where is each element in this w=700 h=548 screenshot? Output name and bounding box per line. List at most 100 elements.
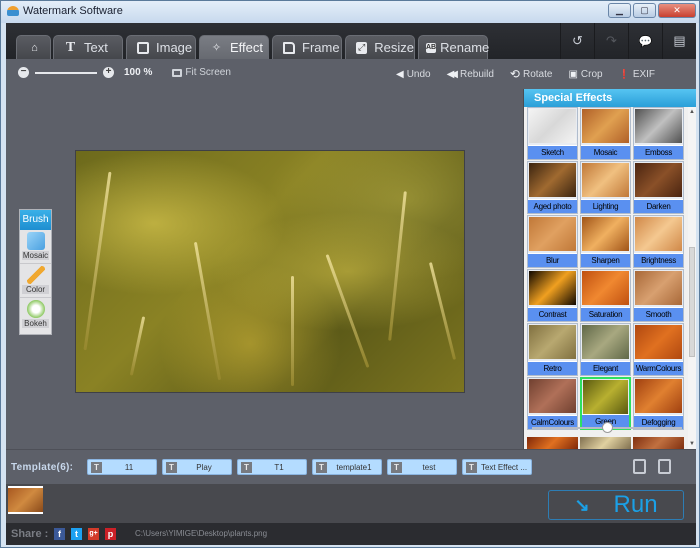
effect-label: Smooth (634, 307, 683, 321)
twitter-icon[interactable]: t (71, 528, 82, 540)
effect-item[interactable]: Sketch (527, 107, 578, 160)
tab-image[interactable]: Image (126, 35, 196, 59)
mosaic-brush-icon (26, 232, 45, 250)
scrollbar-thumb[interactable] (689, 247, 695, 357)
effect-label: Emboss (634, 145, 683, 159)
brush-color[interactable]: Color (20, 264, 51, 298)
slider-knob[interactable] (601, 422, 613, 433)
effect-item[interactable]: Aged photo (527, 161, 578, 214)
effect-label: Lighting (581, 199, 630, 213)
zoom-level: 100 % (124, 67, 153, 78)
text-template-icon: T (316, 461, 327, 473)
tab-resize[interactable]: ⤢ Resize (345, 35, 415, 59)
zoom-out-icon[interactable]: − (18, 67, 29, 78)
fit-screen-icon (172, 68, 183, 77)
effects-next-row (527, 437, 688, 449)
tab-effect[interactable]: ✧ Effect (199, 35, 269, 59)
template-item[interactable]: T 11 (87, 459, 157, 475)
effect-item[interactable]: Sharpen (580, 215, 631, 268)
brush-bokeh[interactable]: Bokeh (20, 298, 51, 332)
crop-button[interactable]: ▣ Crop (568, 67, 602, 81)
effect-thumbnail (635, 163, 682, 197)
pinterest-icon[interactable]: p (105, 528, 116, 540)
fit-screen-label: Fit Screen (185, 67, 231, 78)
effect-thumbnail (635, 325, 682, 359)
tab-home[interactable]: ⌂ (16, 35, 51, 59)
register-icon[interactable]: ▤ (662, 23, 696, 59)
zoom-in-icon[interactable]: + (103, 67, 114, 78)
redo-icon[interactable]: ↷ (594, 23, 628, 59)
template-item[interactable]: T T1 (237, 459, 307, 475)
rotate-button[interactable]: ⟲ Rotate (510, 67, 553, 81)
template-item[interactable]: Ttest (387, 459, 457, 475)
image-thumbnail[interactable] (8, 486, 43, 514)
effect-item[interactable]: Brightness (633, 215, 684, 268)
text-template-icon: T (241, 461, 252, 473)
template-item[interactable]: T Play (162, 459, 232, 475)
effect-label: Darken (634, 199, 683, 213)
effect-item[interactable]: Contrast (527, 269, 578, 322)
effect-item[interactable]: Elegant (580, 323, 631, 376)
text-template-icon: T (391, 461, 402, 473)
special-effects-panel: Special Effects Sketch Mosaic Emboss Aged p… (523, 89, 696, 449)
main-tab-bar: ⌂ T Text Image ✧ Effect Frame ⤢ Resize A… (6, 23, 696, 59)
effect-item[interactable]: Smooth (633, 269, 684, 322)
effect-item[interactable]: Lighting (580, 161, 631, 214)
rebuild-button[interactable]: ◀◀ Rebuild (447, 67, 494, 81)
tab-label: Resize (374, 40, 414, 55)
undo-icon[interactable]: ↺ (560, 23, 594, 59)
facebook-icon[interactable]: f (54, 528, 65, 540)
undo-arrow-icon: ◀ (396, 68, 404, 80)
effect-item[interactable]: Darken (633, 161, 684, 214)
effects-grid: Sketch Mosaic Emboss Aged photo Lighting Dark… (527, 107, 688, 431)
exif-label: EXIF (632, 68, 656, 80)
effect-item[interactable]: Saturation (580, 269, 631, 322)
template-item[interactable]: Ttemplate1 (312, 459, 382, 475)
effect-thumbnail (582, 217, 629, 251)
effect-item[interactable]: WarmColours (633, 323, 684, 376)
effect-thumbnail (582, 109, 629, 143)
rebuild-label: Rebuild (460, 68, 494, 80)
tab-frame[interactable]: Frame (272, 35, 342, 59)
effect-item[interactable]: Blur (527, 215, 578, 268)
run-button[interactable]: ↘ Run (548, 490, 684, 520)
effect-thumbnail (582, 325, 629, 359)
canvas-area: Brush Mosaic Color Bokeh (6, 89, 522, 449)
undo-button[interactable]: ◀ Undo (396, 67, 431, 81)
effect-thumbnail[interactable] (527, 437, 578, 449)
scroll-down-icon[interactable]: ▼ (688, 441, 696, 447)
scroll-up-icon[interactable]: ▲ (688, 109, 696, 115)
google-plus-icon[interactable]: g+ (88, 528, 99, 540)
window-title: Watermark Software (23, 5, 123, 17)
effect-intensity-slider[interactable] (527, 421, 687, 435)
tab-text[interactable]: T Text (53, 35, 123, 59)
exif-button[interactable]: ❗ EXIF (619, 67, 655, 81)
template-item[interactable]: T Text Effect ... (462, 459, 532, 475)
brush-label: Bokeh (22, 319, 49, 328)
fit-screen-button[interactable]: Fit Screen (172, 67, 231, 78)
undo-label: Undo (406, 68, 431, 80)
app-window: Watermark Software ▁ ▢ ✕ ⌂ T Text Image … (0, 0, 700, 548)
minimize-button[interactable]: ▁ (608, 3, 631, 18)
effect-thumbnail (635, 109, 682, 143)
preview-image[interactable] (75, 150, 465, 393)
feedback-icon[interactable]: 💬 (628, 23, 662, 59)
effect-item[interactable]: Retro (527, 323, 578, 376)
zoom-slider[interactable] (35, 71, 97, 74)
maximize-button[interactable]: ▢ (633, 3, 656, 18)
effect-thumbnail[interactable] (633, 437, 684, 449)
effect-thumbnail (583, 380, 628, 414)
text-template-icon: T (166, 461, 177, 473)
effects-scrollbar[interactable]: ▲ ▼ (688, 107, 696, 449)
effect-thumbnail[interactable] (580, 437, 631, 449)
tab-rename[interactable]: AB Rename (418, 35, 489, 59)
save-template-icon[interactable] (633, 459, 646, 474)
effect-item[interactable]: Mosaic (580, 107, 631, 160)
tab-label: Frame (302, 40, 340, 55)
effect-thumbnail (635, 217, 682, 251)
brush-mosaic[interactable]: Mosaic (20, 230, 51, 264)
effect-item[interactable]: Emboss (633, 107, 684, 160)
manage-templates-icon[interactable] (658, 459, 671, 474)
close-button[interactable]: ✕ (658, 3, 696, 18)
run-label: Run (613, 491, 658, 518)
